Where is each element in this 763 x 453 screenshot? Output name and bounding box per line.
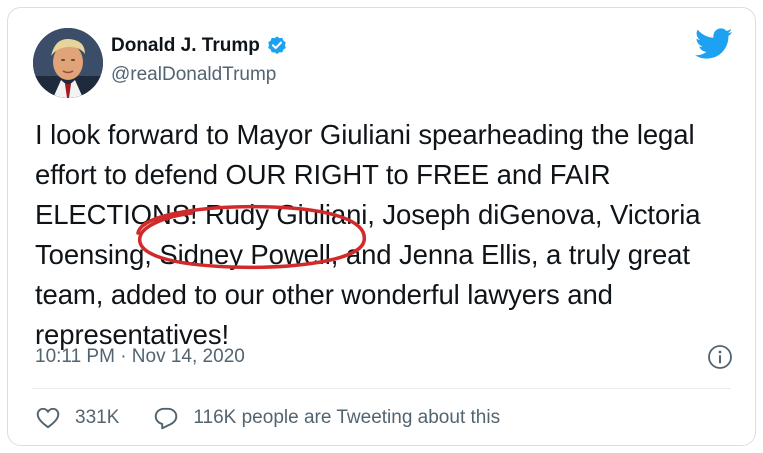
conversation-count: 116K people are Tweeting about this — [193, 407, 501, 428]
engagement-bar: 331K 116K people are Tweeting about this — [35, 405, 500, 431]
speech-bubble-icon — [155, 407, 178, 430]
heart-icon — [36, 407, 60, 429]
divider — [32, 388, 731, 389]
tweet-timestamp[interactable]: 10:11 PM · Nov 14, 2020 — [35, 346, 245, 368]
verified-badge-icon — [266, 35, 288, 57]
like-count: 331K — [75, 407, 120, 428]
avatar-image — [33, 28, 103, 98]
tweet-card: Donald J. Trump @realDonaldTrump I look … — [7, 7, 756, 446]
tweet-body-text: I look forward to Mayor Giuliani spearhe… — [35, 119, 701, 350]
author-name-row: Donald J. Trump — [111, 35, 288, 57]
author-handle[interactable]: @realDonaldTrump — [111, 64, 276, 86]
author-display-name[interactable]: Donald J. Trump — [111, 35, 260, 57]
avatar[interactable] — [33, 28, 103, 98]
like-button[interactable]: 331K — [35, 405, 119, 431]
twitter-bird-icon[interactable] — [695, 28, 733, 60]
conversation-link[interactable]: 116K people are Tweeting about this — [153, 405, 500, 431]
info-icon[interactable] — [707, 344, 733, 370]
